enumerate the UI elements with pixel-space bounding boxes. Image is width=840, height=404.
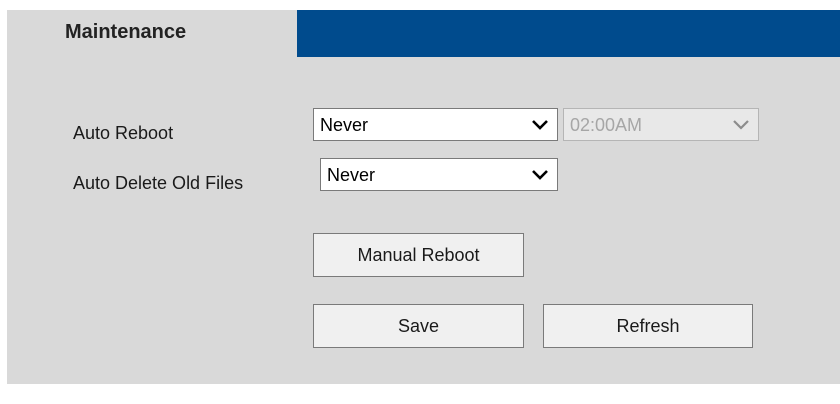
page-title: Maintenance <box>65 21 187 43</box>
chevron-down-icon <box>733 120 749 130</box>
auto-delete-select[interactable]: Never <box>320 158 558 191</box>
refresh-button[interactable]: Refresh <box>543 304 753 348</box>
auto-reboot-time-value: 02:00AM <box>570 115 643 135</box>
maintenance-panel: Maintenance Auto Reboot Never 02:00AM Au… <box>7 10 840 384</box>
manual-reboot-button[interactable]: Manual Reboot <box>313 233 524 277</box>
auto-reboot-frequency-select[interactable]: Never <box>313 108 558 141</box>
chevron-down-icon <box>532 120 548 130</box>
maintenance-tab[interactable]: Maintenance <box>7 10 297 57</box>
header-bar <box>297 10 840 57</box>
auto-delete-value: Never <box>327 165 376 185</box>
auto-reboot-label: Auto Reboot <box>73 123 174 143</box>
auto-reboot-time-select[interactable]: 02:00AM <box>563 108 759 141</box>
auto-reboot-frequency-value: Never <box>320 115 369 135</box>
auto-delete-label: Auto Delete Old Files <box>73 173 244 193</box>
chevron-down-icon <box>532 170 548 180</box>
save-button[interactable]: Save <box>313 304 524 348</box>
